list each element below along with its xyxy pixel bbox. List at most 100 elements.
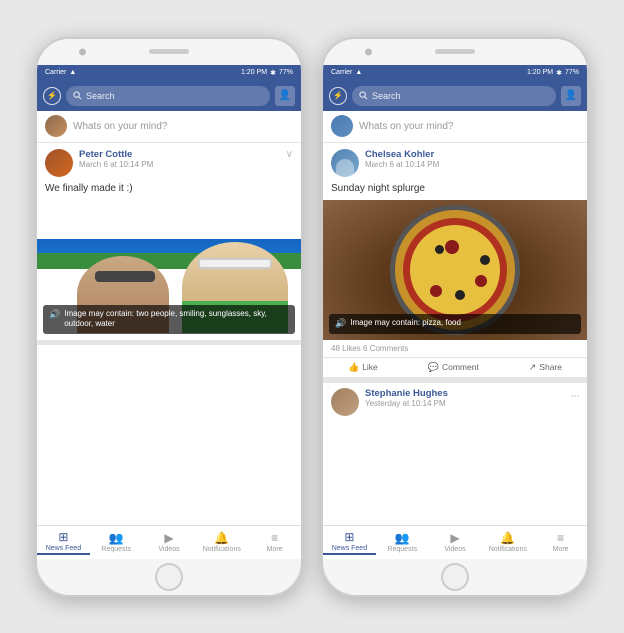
- phone-2-status-bar: Carrier ▲ 1:20 PM ✱ 77%: [323, 65, 587, 81]
- like-button[interactable]: 👍 Like: [348, 362, 378, 373]
- next-post-avatar: [331, 388, 359, 416]
- phone-1-status-bar: Carrier ▲ 1:20 PM ✱ 77%: [37, 65, 301, 81]
- nav-more-2[interactable]: ≡ More: [534, 530, 587, 555]
- post-2-caption: 🔊 Image may contain: pizza, food: [329, 314, 581, 334]
- whats-on-mind-text-1: Whats on your mind?: [73, 121, 168, 132]
- news-feed-icon-2: ⊞: [344, 530, 354, 544]
- nav-news-feed-2[interactable]: ⊞ News Feed: [323, 530, 376, 555]
- post-1-header: Peter Cottle March 6 at 10:14 PM ∨: [37, 143, 301, 181]
- messenger-icon-2[interactable]: [329, 87, 347, 105]
- post-2-header: Chelsea Kohler March 6 at 10:14 PM: [323, 143, 587, 181]
- messenger-icon[interactable]: [43, 87, 61, 105]
- videos-icon-2: ▶: [450, 531, 459, 545]
- whats-on-mind-2[interactable]: Whats on your mind?: [323, 111, 587, 143]
- post-1-image-inner: 🔊 Image may contain: two people, smiling…: [37, 200, 301, 340]
- phone-1-bottom-nav: ⊞ News Feed 👥 Requests ▶ Videos 🔔 Notifi…: [37, 525, 301, 559]
- share-label: Share: [539, 362, 562, 372]
- nav-requests-2[interactable]: 👥 Requests: [376, 530, 429, 555]
- user-avatar-2: [331, 115, 353, 137]
- whats-on-mind-text-2: Whats on your mind?: [359, 121, 454, 132]
- status-bar-right-2: 1:20 PM ✱ 77%: [527, 69, 579, 77]
- post-1-avatar: [45, 149, 73, 177]
- comment-label: Comment: [442, 362, 479, 372]
- user-avatar-1: [45, 115, 67, 137]
- nav-notifications-1[interactable]: 🔔 Notifications: [195, 530, 248, 555]
- search-placeholder-2: Search: [372, 91, 401, 101]
- nav-requests-1[interactable]: 👥 Requests: [90, 530, 143, 555]
- post-1-text: We finally made it :): [37, 181, 301, 200]
- phone-1: Carrier ▲ 1:20 PM ✱ 77%: [35, 37, 303, 597]
- battery-text-2: 77%: [565, 69, 579, 76]
- post-1: Peter Cottle March 6 at 10:14 PM ∨ We fi…: [37, 143, 301, 345]
- phone-2-speaker: [435, 49, 475, 54]
- phone-2-screen: Carrier ▲ 1:20 PM ✱ 77%: [323, 65, 587, 525]
- search-bar-1[interactable]: Search: [66, 86, 270, 106]
- carrier-text: Carrier: [45, 69, 66, 76]
- comment-button[interactable]: 💬 Comment: [428, 362, 479, 373]
- post-2-meta: Chelsea Kohler March 6 at 10:14 PM: [365, 149, 439, 169]
- time-text: 1:20 PM: [241, 69, 267, 76]
- notifications-icon-2: 🔔: [500, 531, 515, 545]
- post-1-image: 🔊 Image may contain: two people, smiling…: [37, 200, 301, 340]
- post-2-image-inner: 🔊 Image may contain: pizza, food: [323, 200, 587, 340]
- post-2-image: 🔊 Image may contain: pizza, food: [323, 200, 587, 340]
- phone-1-top-bar: [37, 39, 301, 65]
- phone-2: Carrier ▲ 1:20 PM ✱ 77%: [321, 37, 589, 597]
- volume-icon-1: 🔊: [49, 309, 60, 321]
- time-text-2: 1:20 PM: [527, 69, 553, 76]
- bluetooth-icon: ✱: [270, 69, 276, 77]
- phone-2-fb-nav: Search: [323, 81, 587, 111]
- search-bar-2[interactable]: Search: [352, 86, 556, 106]
- next-post-author: Stephanie Hughes: [365, 388, 564, 399]
- carrier-text-2: Carrier: [331, 69, 352, 76]
- like-label: Like: [362, 362, 378, 372]
- wifi-icon-2: ▲: [355, 69, 362, 76]
- post-1-chevron[interactable]: ∨: [286, 149, 293, 160]
- videos-icon-1: ▶: [164, 531, 173, 545]
- next-post-preview: Stephanie Hughes Yesterday at 10:14 PM ·…: [323, 383, 587, 421]
- notifications-icon-1: 🔔: [214, 531, 229, 545]
- news-feed-icon-1: ⊞: [58, 530, 68, 544]
- olive-1: [480, 255, 490, 265]
- nav-label-notifications-1: Notifications: [203, 546, 241, 553]
- nav-notifications-2[interactable]: 🔔 Notifications: [481, 530, 534, 555]
- wifi-icon: ▲: [69, 69, 76, 76]
- post-1-caption: 🔊 Image may contain: two people, smiling…: [43, 305, 295, 334]
- nav-label-requests-1: Requests: [101, 546, 131, 553]
- nav-label-requests-2: Requests: [387, 546, 417, 553]
- nav-label-videos-2: Videos: [444, 546, 465, 553]
- status-bar-left: Carrier ▲: [45, 69, 76, 76]
- nav-label-more-1: More: [267, 546, 283, 553]
- nav-videos-2[interactable]: ▶ Videos: [429, 530, 482, 555]
- status-bar-right: 1:20 PM ✱ 77%: [241, 69, 293, 77]
- share-button[interactable]: ↗ Share: [529, 362, 562, 373]
- nav-news-feed-1[interactable]: ⊞ News Feed: [37, 530, 90, 555]
- status-bar-left-2: Carrier ▲: [331, 69, 362, 76]
- more-icon-1: ≡: [271, 531, 278, 545]
- post-2-date: March 6 at 10:14 PM: [365, 160, 439, 169]
- caption-text-2: Image may contain: pizza, food: [350, 318, 461, 328]
- phone-2-home-button[interactable]: [441, 563, 469, 591]
- post-2-text: Sunday night splurge: [323, 181, 587, 200]
- phone-1-home-button[interactable]: [155, 563, 183, 591]
- search-icon-2: [359, 91, 368, 100]
- phones-container: Carrier ▲ 1:20 PM ✱ 77%: [15, 17, 609, 617]
- phone-1-speaker: [149, 49, 189, 54]
- profile-icon-2[interactable]: [561, 86, 581, 106]
- like-icon: 👍: [348, 362, 359, 373]
- phone-2-top-bar: [323, 39, 587, 65]
- next-post-dots[interactable]: ···: [570, 388, 579, 402]
- profile-icon-1[interactable]: [275, 86, 295, 106]
- post-2: Chelsea Kohler March 6 at 10:14 PM Sunda…: [323, 143, 587, 383]
- post-2-avatar: [331, 149, 359, 177]
- phone-2-camera: [365, 48, 372, 55]
- bluetooth-icon-2: ✱: [556, 69, 562, 77]
- nav-videos-1[interactable]: ▶ Videos: [143, 530, 196, 555]
- caption-text-1: Image may contain: two people, smiling, …: [64, 309, 289, 330]
- whats-on-mind-1[interactable]: Whats on your mind?: [37, 111, 301, 143]
- phone-2-bottom-nav: ⊞ News Feed 👥 Requests ▶ Videos 🔔 Notifi…: [323, 525, 587, 559]
- phone-1-screen: Carrier ▲ 1:20 PM ✱ 77%: [37, 65, 301, 525]
- nav-more-1[interactable]: ≡ More: [248, 530, 301, 555]
- post-1-author: Peter Cottle: [79, 149, 153, 160]
- olive-3: [435, 245, 444, 254]
